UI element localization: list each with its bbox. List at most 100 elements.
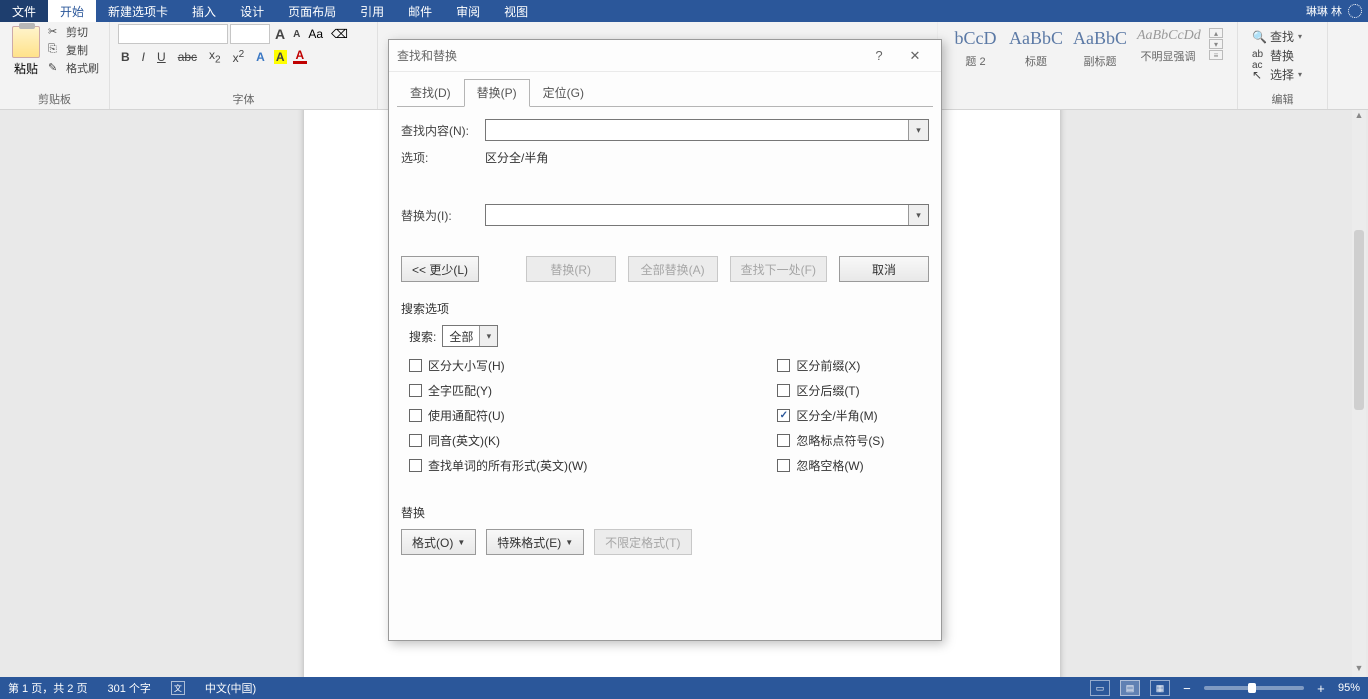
- language-icon[interactable]: 文: [171, 681, 185, 695]
- tab-review[interactable]: 审阅: [444, 0, 492, 22]
- status-word-count[interactable]: 301 个字: [107, 680, 150, 696]
- bold-button[interactable]: B: [118, 50, 133, 64]
- check-sounds-like[interactable]: 同音(英文)(K): [409, 432, 587, 449]
- tab-file[interactable]: 文件: [0, 0, 48, 22]
- cut-button[interactable]: ✂剪切: [48, 24, 99, 40]
- highlight-button[interactable]: A: [274, 50, 287, 64]
- chevron-down-icon: ▼: [565, 538, 573, 547]
- brush-icon: ✎: [48, 61, 62, 75]
- status-language[interactable]: 中文(中国): [205, 680, 256, 696]
- replace-button[interactable]: abac替换: [1252, 47, 1313, 64]
- replace-combo[interactable]: ▾: [485, 204, 929, 226]
- options-value: 区分全/半角: [485, 149, 548, 166]
- dialog-titlebar[interactable]: 查找和替换 ? ✕: [389, 40, 941, 72]
- check-match-case[interactable]: 区分大小写(H): [409, 357, 587, 374]
- user-account[interactable]: 琳琳 林: [1306, 0, 1362, 22]
- tab-goto[interactable]: 定位(G): [530, 79, 597, 106]
- tab-references[interactable]: 引用: [348, 0, 396, 22]
- dialog-close-button[interactable]: ✕: [897, 48, 933, 64]
- copy-button[interactable]: ⎘复制: [48, 42, 99, 58]
- font-size-combo[interactable]: [230, 24, 270, 44]
- check-full-half[interactable]: 区分全/半角(M): [777, 407, 884, 424]
- paste-button[interactable]: 粘贴: [8, 24, 44, 79]
- underline-button[interactable]: U: [154, 50, 169, 64]
- find-replace-dialog: 查找和替换 ? ✕ 查找(D) 替换(P) 定位(G) 查找内容(N): ▾ 选…: [388, 39, 942, 641]
- view-web-layout[interactable]: ▦: [1150, 680, 1170, 696]
- special-menu-button[interactable]: 特殊格式(E)▼: [486, 529, 584, 555]
- replace-with-label: 替换为(I):: [401, 207, 475, 224]
- strike-button[interactable]: abc: [175, 50, 200, 64]
- zoom-level[interactable]: 95%: [1338, 682, 1360, 694]
- find-combo[interactable]: ▾: [485, 119, 929, 141]
- scroll-down-icon[interactable]: ▼: [1352, 663, 1366, 677]
- group-clipboard: 粘贴 ✂剪切 ⎘复制 ✎格式刷 剪贴板: [0, 22, 110, 109]
- find-button[interactable]: 🔍查找▾: [1252, 28, 1313, 45]
- grow-font-button[interactable]: A: [272, 26, 288, 42]
- tab-find[interactable]: 查找(D): [397, 79, 464, 106]
- checkbox-icon: [409, 459, 422, 472]
- vertical-scrollbar[interactable]: ▲ ▼: [1352, 110, 1366, 677]
- scissors-icon: ✂: [48, 25, 62, 39]
- replace-dropdown-button[interactable]: ▾: [908, 205, 928, 225]
- style-subtle-emphasis[interactable]: AaBbCcDd 不明显强调: [1137, 28, 1199, 64]
- check-wildcards[interactable]: 使用通配符(U): [409, 407, 587, 424]
- view-read-mode[interactable]: ▭: [1090, 680, 1110, 696]
- shrink-font-button[interactable]: A: [290, 29, 303, 40]
- zoom-thumb[interactable]: [1248, 683, 1256, 693]
- check-whole-word[interactable]: 全字匹配(Y): [409, 382, 587, 399]
- options-label: 选项:: [401, 149, 475, 166]
- find-dropdown-button[interactable]: ▾: [908, 120, 928, 140]
- select-label: 选择: [1270, 66, 1294, 83]
- user-name: 琳琳 林: [1306, 3, 1342, 19]
- find-icon: 🔍: [1252, 30, 1266, 44]
- style-subtitle[interactable]: AaBbC 副标题: [1073, 28, 1127, 69]
- group-editing: 🔍查找▾ abac替换 ↖选择▾ 编辑: [1238, 22, 1328, 109]
- select-button[interactable]: ↖选择▾: [1252, 66, 1313, 83]
- tab-replace[interactable]: 替换(P): [464, 79, 530, 107]
- tab-newtab[interactable]: 新建选项卡: [96, 0, 180, 22]
- tab-design[interactable]: 设计: [228, 0, 276, 22]
- scroll-thumb[interactable]: [1354, 230, 1364, 410]
- replace-label: 替换: [1270, 47, 1294, 64]
- zoom-slider[interactable]: [1204, 686, 1304, 690]
- view-print-layout[interactable]: ▤: [1120, 680, 1140, 696]
- tab-insert[interactable]: 插入: [180, 0, 228, 22]
- font-color-button[interactable]: A: [293, 49, 308, 64]
- change-case-button[interactable]: Aa: [305, 27, 326, 41]
- scroll-up-icon[interactable]: ▲: [1352, 110, 1366, 124]
- clear-format-button[interactable]: ⌫: [328, 27, 351, 41]
- tab-mail[interactable]: 邮件: [396, 0, 444, 22]
- styles-expand[interactable]: ▴ ▾ ≡: [1209, 28, 1223, 60]
- find-input[interactable]: [486, 120, 908, 140]
- check-prefix[interactable]: 区分前缀(X): [777, 357, 884, 374]
- style-label: 标题: [1009, 53, 1063, 69]
- check-all-forms[interactable]: 查找单词的所有形式(英文)(W): [409, 457, 587, 474]
- tab-home[interactable]: 开始: [48, 0, 96, 22]
- dialog-help-button[interactable]: ?: [861, 48, 897, 63]
- replace-input[interactable]: [486, 205, 908, 225]
- format-painter-button[interactable]: ✎格式刷: [48, 60, 99, 76]
- format-menu-button[interactable]: 格式(O)▼: [401, 529, 476, 555]
- zoom-in-button[interactable]: +: [1314, 681, 1328, 696]
- cancel-button[interactable]: 取消: [839, 256, 929, 282]
- search-direction-select[interactable]: 全部 ▾: [442, 325, 498, 347]
- style-title[interactable]: AaBbC 标题: [1009, 28, 1063, 69]
- status-page[interactable]: 第 1 页，共 2 页: [8, 680, 87, 696]
- font-name-combo[interactable]: [118, 24, 228, 44]
- subscript-button[interactable]: x2: [206, 48, 224, 65]
- less-button[interactable]: << 更少(L): [401, 256, 479, 282]
- check-suffix[interactable]: 区分后缀(T): [777, 382, 884, 399]
- zoom-out-button[interactable]: −: [1180, 681, 1194, 696]
- chevron-down-icon[interactable]: ▾: [479, 326, 497, 346]
- style-heading2[interactable]: bCcD 题 2: [952, 28, 999, 69]
- text-effects-button[interactable]: A: [253, 50, 268, 64]
- check-ignore-space[interactable]: 忽略空格(W): [777, 457, 884, 474]
- superscript-button[interactable]: x2: [230, 49, 248, 65]
- italic-button[interactable]: I: [139, 50, 148, 64]
- tab-view[interactable]: 视图: [492, 0, 540, 22]
- dialog-tabs: 查找(D) 替换(P) 定位(G): [389, 78, 941, 106]
- checkbox-icon: [777, 409, 790, 422]
- copy-icon: ⎘: [48, 43, 62, 57]
- tab-layout[interactable]: 页面布局: [276, 0, 348, 22]
- check-ignore-punct[interactable]: 忽略标点符号(S): [777, 432, 884, 449]
